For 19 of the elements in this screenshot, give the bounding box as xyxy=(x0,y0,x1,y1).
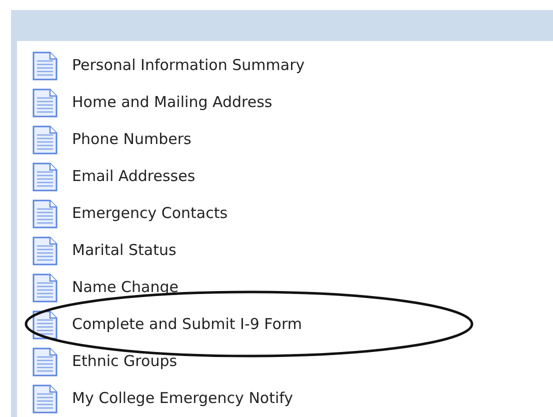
document-icon xyxy=(32,162,58,192)
document-icon xyxy=(32,198,58,228)
document-icon xyxy=(32,236,58,266)
menu-link[interactable]: Email Addresses xyxy=(72,165,196,188)
menu-link[interactable]: Phone Numbers xyxy=(72,128,192,151)
menu-link[interactable]: Home and Mailing Address xyxy=(72,91,272,114)
document-icon xyxy=(32,384,58,414)
menu-link[interactable]: Emergency Contacts xyxy=(72,202,228,225)
menu-link[interactable]: Complete and Submit I-9 Form xyxy=(72,313,302,336)
menu-link[interactable]: Marital Status xyxy=(72,239,176,262)
menu-link[interactable]: Personal Information Summary xyxy=(72,54,305,77)
document-icon xyxy=(32,346,58,376)
document-icon xyxy=(32,272,58,302)
document-icon xyxy=(32,88,58,118)
menu-link[interactable]: Ethnic Groups xyxy=(72,350,178,373)
menu-link[interactable]: Name Change xyxy=(72,276,178,299)
document-icon xyxy=(32,50,58,80)
menu-link[interactable]: My College Emergency Notify xyxy=(72,387,294,410)
document-icon xyxy=(32,124,58,154)
